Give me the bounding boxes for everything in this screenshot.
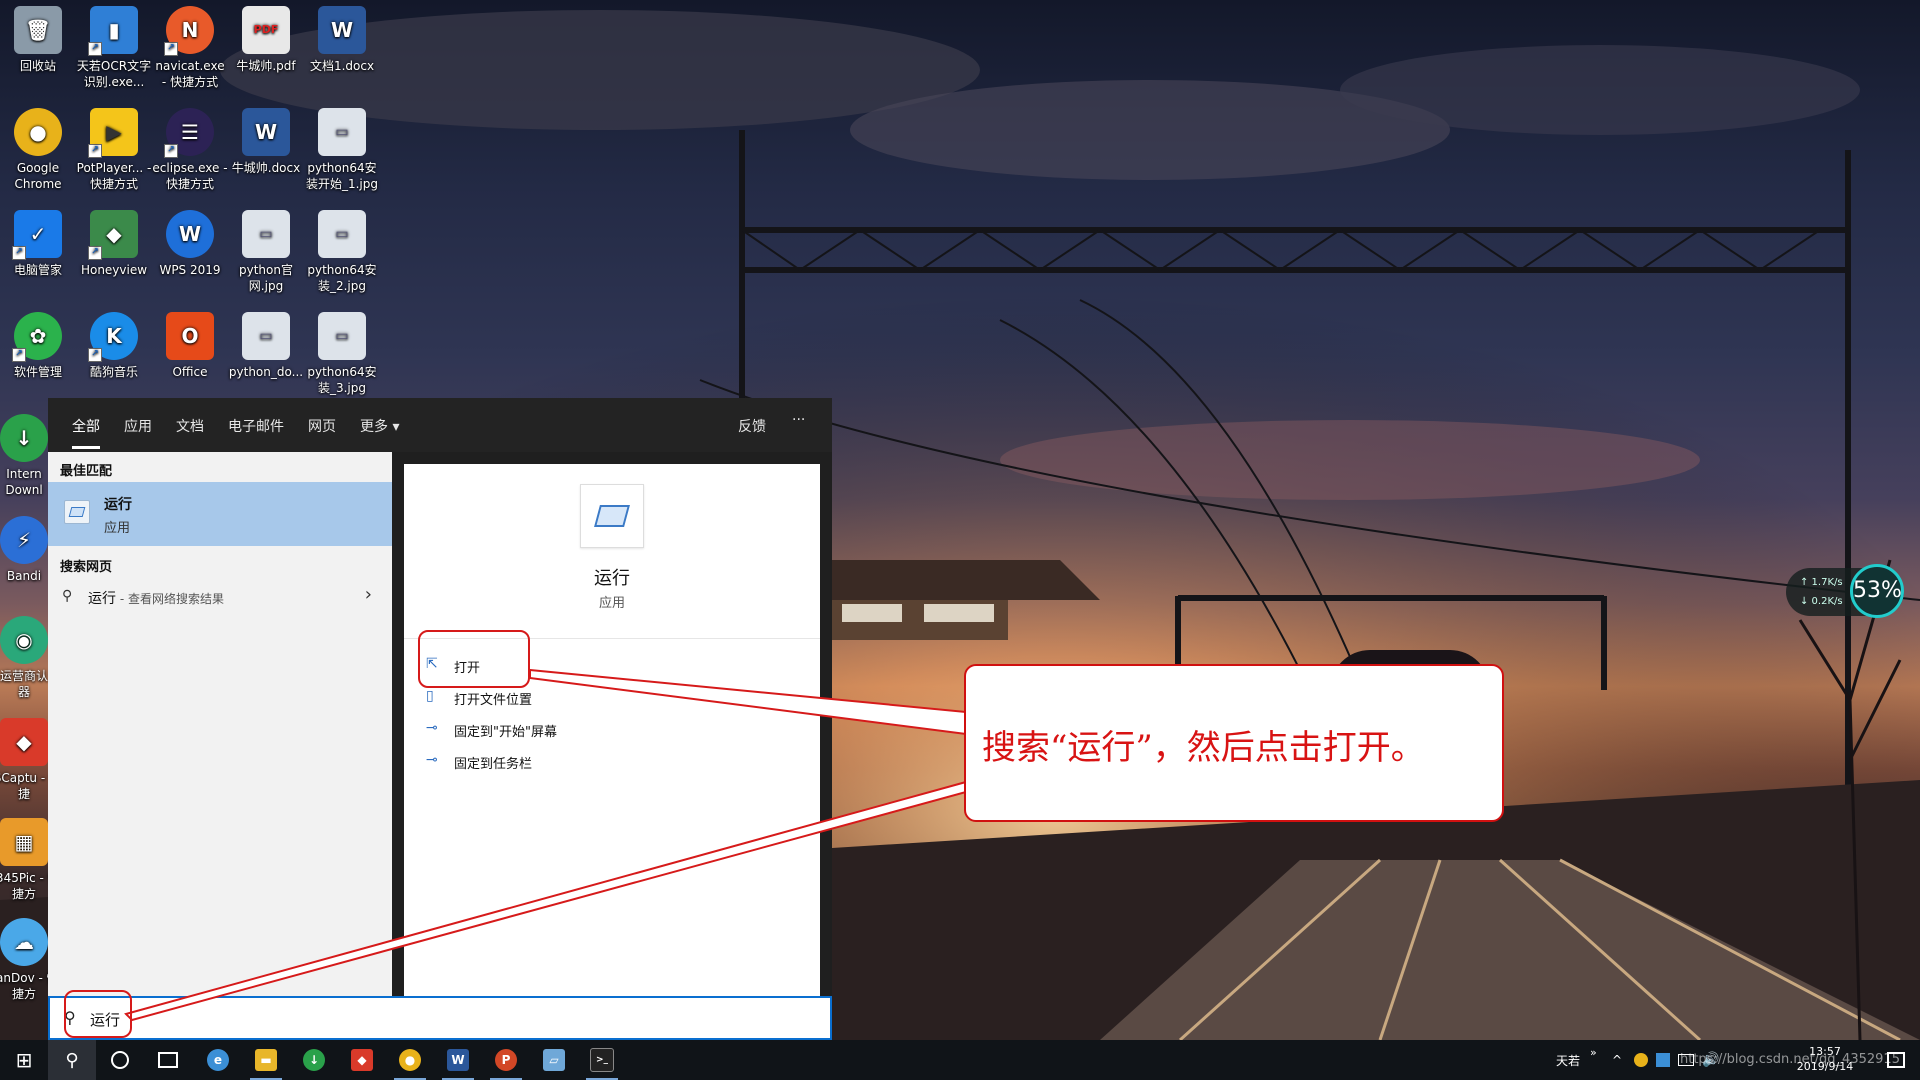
taskbar-app-powerpoint[interactable]: P (482, 1040, 530, 1080)
taskbar-app-idm[interactable]: ↓ (290, 1040, 338, 1080)
fscapture-icon: ◆ (351, 1049, 373, 1071)
taskbar: ⊞ ⚲ e ▬ ↓ ◆ ● W P ▱ >_ 天若 » ^ 🔊 13:57 20… (0, 1040, 1920, 1080)
powerpoint-icon: P (495, 1049, 517, 1071)
tray-tianruo-text[interactable]: 天若 (1556, 1040, 1580, 1080)
taskbar-app-chrome[interactable]: ● (386, 1040, 434, 1080)
idm-icon: ↓ (303, 1049, 325, 1071)
highlight-search-query (64, 990, 132, 1038)
chrome-icon: ● (399, 1049, 421, 1071)
word-icon: W (447, 1049, 469, 1071)
search-icon[interactable]: ⚲ (48, 1040, 96, 1080)
highlight-open-action (418, 630, 530, 688)
task-view-icon[interactable] (144, 1040, 192, 1080)
run-app-icon: ▱ (543, 1049, 565, 1071)
cmd-icon: >_ (590, 1048, 614, 1072)
annotation-pointers (124, 668, 967, 1022)
annotation-callout: 搜索“运行”，然后点击打开。 (964, 664, 1504, 822)
taskbar-app-edge[interactable]: e (194, 1040, 242, 1080)
cortana-icon[interactable] (96, 1040, 144, 1080)
taskbar-app-explorer[interactable]: ▬ (242, 1040, 290, 1080)
windows-start-icon[interactable]: ⊞ (0, 1040, 48, 1080)
edge-icon: e (207, 1049, 229, 1071)
file-explorer-icon: ▬ (255, 1049, 277, 1071)
show-hidden-icons-caret[interactable]: ^ (1612, 1040, 1622, 1080)
tray-expand-chevron[interactable]: » (1590, 1032, 1597, 1072)
taskbar-app-fscapture[interactable]: ◆ (338, 1040, 386, 1080)
taskbar-app-cmd[interactable]: >_ (578, 1040, 626, 1080)
watermark: https://blog.csdn.net/qq_4352915 (1680, 1052, 1900, 1067)
tray-app-icon[interactable] (1656, 1053, 1670, 1067)
annotation-text: 搜索“运行”，然后点击打开。 (982, 728, 1425, 768)
taskbar-app-run[interactable]: ▱ (530, 1040, 578, 1080)
taskbar-app-word[interactable]: W (434, 1040, 482, 1080)
tray-app-icon[interactable] (1634, 1053, 1648, 1067)
